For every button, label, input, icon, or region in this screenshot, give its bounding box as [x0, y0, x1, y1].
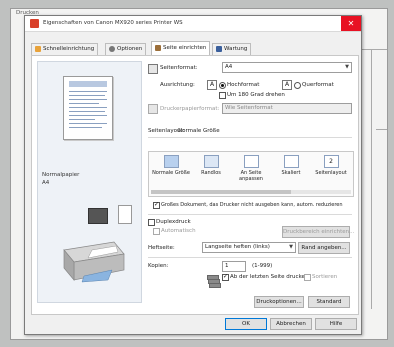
page-layout-options: Normale Größe Randlos An Seite anpassen …	[148, 151, 354, 197]
printer-paper-icon	[148, 104, 158, 114]
layout-fit-to-page[interactable]: An Seite anpassen	[231, 155, 271, 182]
tab-options[interactable]: Optionen	[105, 43, 147, 55]
page-layout-icon: 2	[323, 155, 339, 168]
page-size-select[interactable]: A4 ▼	[222, 62, 352, 73]
automatic-label: Automatisch	[161, 228, 196, 234]
fit-to-page-icon	[243, 155, 259, 168]
printer-paper-select[interactable]: Wie Seitenformat	[222, 103, 352, 114]
layout-borderless[interactable]: Randlos	[191, 155, 231, 176]
portrait-radio[interactable]	[219, 82, 226, 89]
paper-preview	[63, 76, 113, 140]
help-button[interactable]: Hilfe	[315, 318, 357, 330]
tab-maintenance[interactable]: Wartung	[212, 43, 252, 55]
print-from-last-page-label: Ab der letzten Seite drucken	[230, 274, 309, 280]
stapling-side-select[interactable]: Langseite heften (links) ▼	[202, 242, 296, 253]
landscape-label: Querformat	[302, 82, 334, 88]
scroll-thumb[interactable]	[151, 190, 291, 194]
divider	[148, 137, 352, 138]
gear-icon	[109, 45, 115, 52]
collate-checkbox[interactable]	[304, 274, 311, 281]
copies-range: (1-999)	[252, 263, 273, 269]
duplex-label: Duplexdruck	[156, 219, 191, 225]
rotate-180-checkbox[interactable]	[219, 92, 226, 99]
sheet-icon	[118, 205, 132, 224]
dialog-title: Eigenschaften von Canon MX920 series Pri…	[43, 20, 183, 26]
collate-label: Sortieren	[312, 274, 338, 280]
page-size-label: Seitenformat:	[160, 65, 198, 71]
chevron-down-icon: ▼	[289, 244, 293, 250]
print-from-last-page-checkbox[interactable]	[222, 273, 229, 281]
close-button[interactable]: ✕	[341, 16, 361, 31]
tab-quick-setup[interactable]: Schnelleinrichtung	[31, 43, 99, 55]
page-layout-value: Normale Größe	[178, 128, 220, 134]
reduce-large-document-label: Großes Dokument, das Drucker nicht ausge…	[161, 202, 343, 208]
layout-scrollbar[interactable]	[151, 190, 351, 194]
divider	[148, 214, 352, 215]
ok-button[interactable]: OK	[225, 318, 267, 330]
orientation-label: Ausrichtung:	[160, 82, 195, 88]
divider	[148, 257, 352, 258]
duplex-checkbox[interactable]	[148, 219, 155, 226]
printer-icon	[30, 19, 39, 28]
printer-paper-label: Druckerpapierformat:	[160, 106, 220, 112]
preview-size: A4	[42, 180, 50, 186]
page-setup-panel: Normalpapier A4 Seitenformat: A4 ▼ Ausric…	[31, 55, 359, 315]
layout-normal-size[interactable]: Normale Größe	[151, 155, 191, 176]
print-area-setup-button[interactable]: Druckbereich einrichten...	[282, 226, 354, 238]
cartridge-icon	[88, 208, 108, 224]
landscape-radio[interactable]	[294, 82, 301, 89]
defaults-button[interactable]: Standard	[308, 296, 350, 308]
quick-setup-icon	[35, 45, 41, 52]
scaled-icon	[283, 155, 299, 168]
print-options-button[interactable]: Druckoptionen...	[254, 296, 304, 308]
layout-scaled[interactable]: Skaliert	[271, 155, 311, 176]
borderless-icon	[203, 155, 219, 168]
specify-margin-button[interactable]: Rand angeben...	[298, 242, 350, 254]
chevron-down-icon: ▼	[345, 64, 349, 70]
rotate-180-label: Um 180 Grad drehen	[227, 92, 285, 98]
stapling-side-label: Heftseite:	[148, 245, 175, 251]
reduce-large-document-checkbox[interactable]	[153, 201, 160, 209]
title-bar: Eigenschaften von Canon MX920 series Pri…	[25, 16, 361, 32]
page-setup-icon	[155, 44, 161, 51]
printer-properties-dialog: Eigenschaften von Canon MX920 series Pri…	[24, 15, 362, 335]
cancel-button[interactable]: Abbrechen	[270, 318, 312, 330]
copies-icon	[207, 275, 221, 289]
page-size-icon	[148, 64, 158, 74]
copies-label: Kopien:	[148, 263, 169, 269]
layout-page-layout[interactable]: 2 Seitenlayout	[311, 155, 351, 176]
automatic-checkbox[interactable]	[153, 228, 160, 235]
preview-media: Normalpapier	[42, 172, 80, 178]
wrench-icon	[216, 45, 222, 52]
preview-pane: Normalpapier A4	[37, 61, 142, 303]
tab-page-setup[interactable]: Seite einrichten	[151, 41, 211, 55]
portrait-icon: A	[207, 80, 217, 90]
printer-illustration	[63, 241, 125, 283]
normal-size-icon	[163, 155, 179, 168]
portrait-label: Hochformat	[227, 82, 260, 88]
landscape-icon: A	[282, 80, 292, 90]
copies-stepper[interactable]: 1	[222, 261, 246, 272]
